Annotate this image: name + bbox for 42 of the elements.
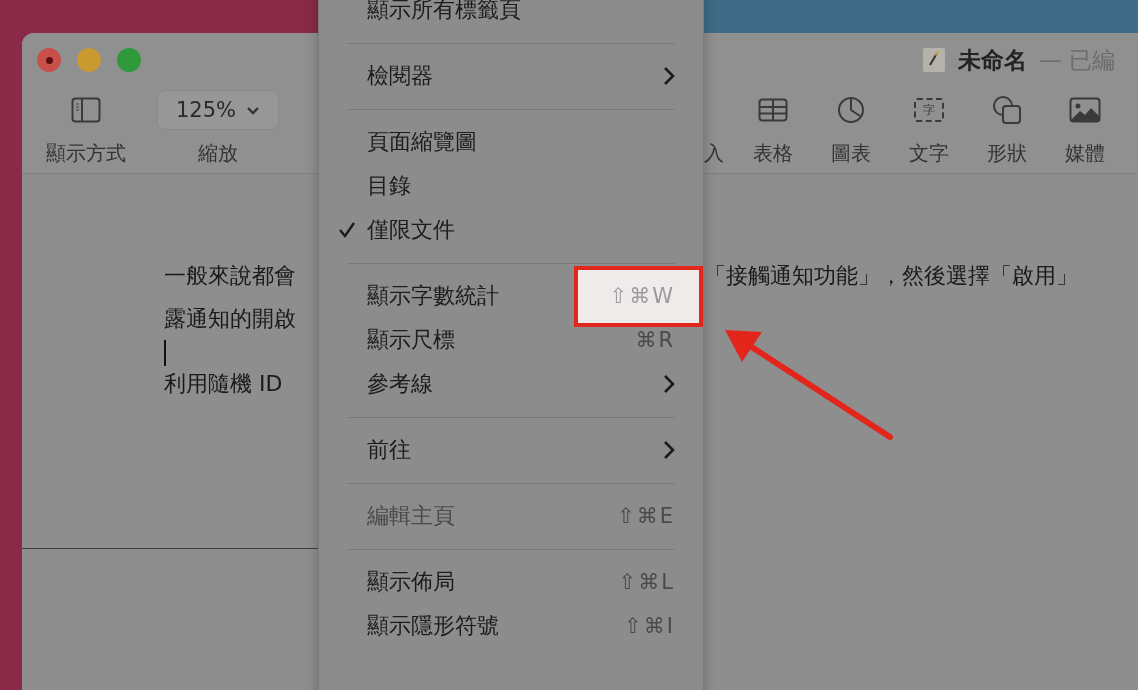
text-cursor	[164, 340, 166, 366]
keyboard-shortcut: ⌘R	[635, 328, 675, 352]
sidebar-icon	[71, 97, 101, 123]
image-icon	[1069, 97, 1101, 123]
chevron-right-icon	[663, 440, 675, 460]
table-icon	[758, 98, 788, 122]
pie-chart-icon	[837, 96, 865, 124]
keyboard-shortcut: ⇧⌘L	[618, 570, 675, 594]
menu-item[interactable]: 參考線	[319, 362, 703, 406]
chevron-right-icon	[663, 374, 675, 394]
toolbar-label: 入	[704, 140, 724, 166]
menu-item[interactable]: 前往	[319, 428, 703, 472]
menu-item[interactable]: 目錄	[319, 164, 703, 208]
toolbar-label: 縮放	[198, 140, 238, 166]
window-title: 未命名	[958, 45, 1027, 75]
paragraph-text: 「接觸通知功能」，然後選擇「啟用」	[704, 261, 1079, 290]
close-button[interactable]	[37, 48, 61, 72]
paragraph-text: 露通知的開啟	[163, 304, 297, 333]
zoom-dropdown[interactable]: 125%	[157, 90, 279, 130]
chevron-right-icon	[663, 66, 675, 86]
menu-item[interactable]: 檢閱器	[319, 54, 703, 98]
menu-item[interactable]: 顯示隱形符號 ⇧⌘I	[319, 604, 703, 648]
menu-item[interactable]: 頁面縮覽圖	[319, 120, 703, 164]
minimize-button[interactable]	[77, 48, 101, 72]
menu-item[interactable]: 僅限文件	[319, 208, 703, 252]
toolbar-button[interactable]: 顯示方式	[41, 87, 131, 166]
paragraph-text: 一般來說都會	[163, 261, 297, 290]
zoom-button[interactable]	[117, 48, 141, 72]
toolbar-button[interactable]: 字 文字	[890, 87, 968, 166]
paragraph-text: 利用隨機 ID	[163, 369, 284, 398]
menu-item[interactable]: 顯示佈局 ⇧⌘L	[319, 560, 703, 604]
document-icon	[922, 47, 946, 73]
text-box-icon: 字	[914, 98, 944, 122]
toolbar-button[interactable]: 表格	[734, 87, 812, 166]
toolbar-button[interactable]: 媒體	[1046, 87, 1124, 166]
shapes-icon	[992, 95, 1022, 125]
keyboard-shortcut: ⇧⌘I	[624, 614, 675, 638]
toolbar-button[interactable]: 形狀	[968, 87, 1046, 166]
chevron-down-icon	[246, 105, 260, 115]
highlighted-shortcut: ⇧⌘W	[574, 265, 703, 327]
keyboard-shortcut: ⇧⌘E	[617, 504, 675, 528]
toolbar-button[interactable]: 圖表	[812, 87, 890, 166]
